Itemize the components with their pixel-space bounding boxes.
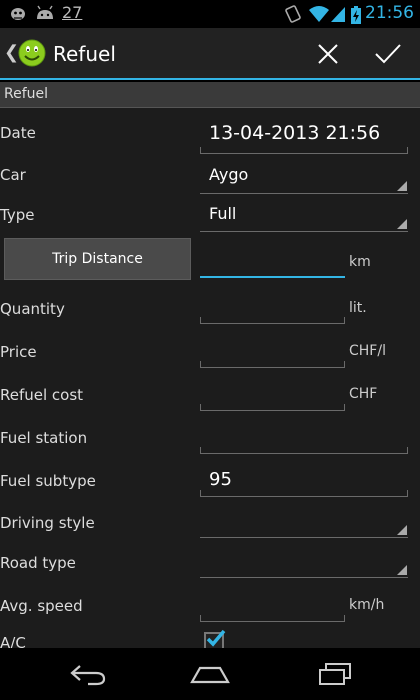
home-icon xyxy=(190,666,230,684)
road-type-spinner[interactable] xyxy=(200,552,408,578)
refuel-form: Date 13-04-2013 21:56 Car Aygo Type Full… xyxy=(0,108,420,652)
nav-back-button[interactable] xyxy=(58,656,118,692)
avg-speed-unit: km/h xyxy=(349,597,385,613)
nav-home-button[interactable] xyxy=(180,656,240,692)
battery-charging-icon xyxy=(351,6,361,24)
dropdown-arrow-icon xyxy=(397,525,407,535)
avg-speed-label: Avg. speed xyxy=(0,597,83,615)
android-notification-icon xyxy=(37,5,53,19)
dropdown-arrow-icon xyxy=(397,219,407,229)
status-bar: 27 21:56 xyxy=(0,0,420,28)
section-header-label: Refuel xyxy=(4,86,49,102)
refuel-cost-label: Refuel cost xyxy=(0,386,84,404)
checkmark-icon xyxy=(206,629,226,647)
save-button[interactable] xyxy=(366,34,410,74)
quantity-label: Quantity xyxy=(0,300,65,318)
quantity-input[interactable] xyxy=(200,296,345,324)
dropdown-arrow-icon xyxy=(397,181,407,191)
close-icon xyxy=(318,44,338,64)
road-type-label: Road type xyxy=(0,554,76,572)
back-icon xyxy=(70,665,106,686)
page-title: Refuel xyxy=(53,42,116,66)
action-bar: ❮ Refuel xyxy=(0,28,420,80)
section-header: Refuel xyxy=(0,82,420,108)
wifi-icon xyxy=(309,6,329,22)
recent-apps-icon xyxy=(319,663,351,685)
price-unit: CHF/l xyxy=(349,343,386,359)
type-label: Type xyxy=(0,206,35,224)
refuel-cost-unit: CHF xyxy=(349,386,378,402)
refuel-cost-input[interactable] xyxy=(200,383,345,411)
driving-style-label: Driving style xyxy=(0,514,95,532)
cell-signal-icon xyxy=(331,7,345,22)
trip-distance-button[interactable]: Trip Distance xyxy=(4,238,191,280)
quantity-unit: lit. xyxy=(349,300,367,316)
status-clock: 21:56 xyxy=(365,3,414,23)
nav-recents-button[interactable] xyxy=(304,656,364,692)
avg-speed-input[interactable] xyxy=(200,594,345,622)
date-value: 13-04-2013 21:56 xyxy=(209,122,381,144)
type-value: Full xyxy=(209,204,237,223)
cancel-button[interactable] xyxy=(306,34,350,74)
car-label: Car xyxy=(0,166,26,184)
system-nav-bar xyxy=(0,648,420,700)
calendar-date-badge: 27 xyxy=(62,3,83,22)
car-spinner[interactable]: Aygo xyxy=(200,164,408,194)
price-input[interactable] xyxy=(200,340,345,368)
fuel-subtype-input[interactable]: 95 xyxy=(200,468,408,497)
fuel-subtype-value: 95 xyxy=(209,469,232,490)
date-field[interactable]: 13-04-2013 21:56 xyxy=(200,122,408,154)
check-icon xyxy=(375,44,401,64)
driving-style-spinner[interactable] xyxy=(200,512,408,538)
trip-distance-unit: km xyxy=(349,254,371,270)
notification-robot-icon xyxy=(11,8,25,20)
price-label: Price xyxy=(0,343,37,361)
car-value: Aygo xyxy=(209,165,249,184)
trip-distance-input[interactable] xyxy=(200,246,345,278)
fuel-station-label: Fuel station xyxy=(0,429,88,447)
date-label: Date xyxy=(0,124,36,142)
fuel-subtype-label: Fuel subtype xyxy=(0,472,96,490)
app-logo-smiley-icon[interactable] xyxy=(17,38,47,68)
type-spinner[interactable]: Full xyxy=(200,204,408,232)
screen-rotation-icon xyxy=(285,5,301,23)
dropdown-arrow-icon xyxy=(397,565,407,575)
fuel-station-input[interactable] xyxy=(200,426,408,454)
